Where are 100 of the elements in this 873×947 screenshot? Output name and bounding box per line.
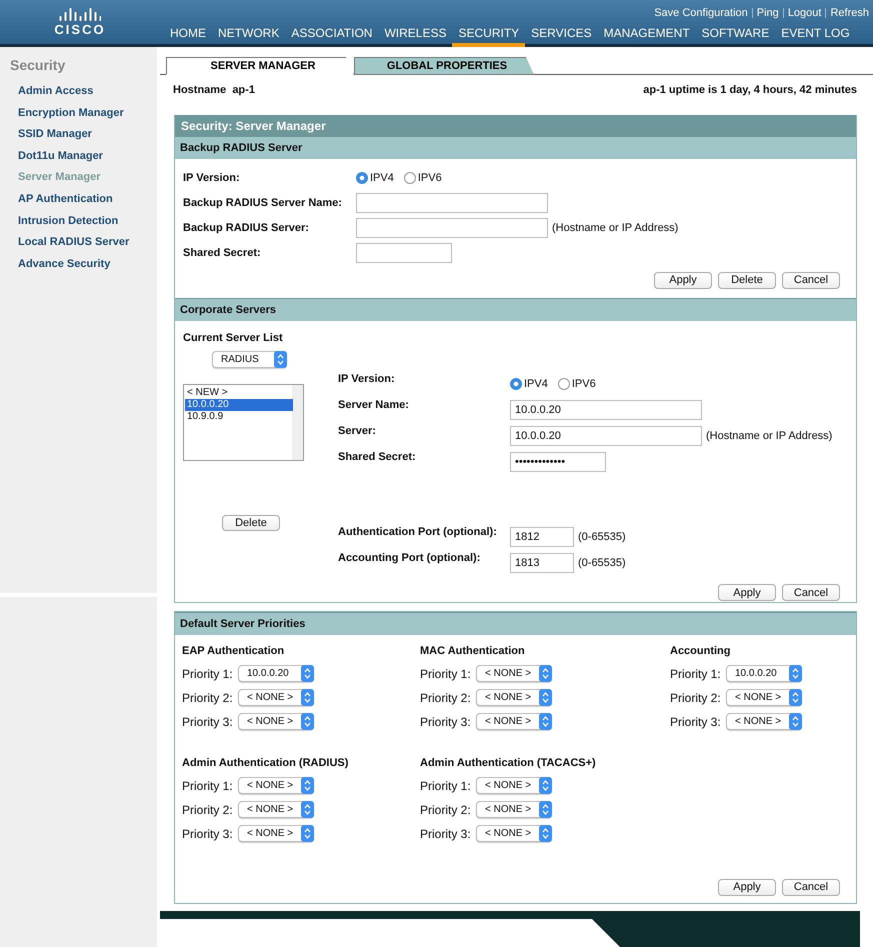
radio-option[interactable]: IPV4 <box>510 378 548 390</box>
server-list[interactable]: < NEW > 10.0.0.20 10.9.0.9 <box>183 384 304 461</box>
section-title: Backup RADIUS Server <box>175 136 856 159</box>
dropdown[interactable]: < NONE > <box>238 689 314 706</box>
group-title: Admin Authentication (RADIUS) <box>182 757 350 769</box>
nav-tab[interactable]: WIRELESS <box>378 26 452 47</box>
dropdown[interactable]: < NONE > <box>238 777 314 794</box>
priority-label: Priority 2: <box>420 690 470 704</box>
nav-tab[interactable]: ASSOCIATION <box>285 26 378 47</box>
stepper-icon <box>789 689 802 706</box>
input-field[interactable] <box>356 192 548 212</box>
stepper-icon <box>539 665 552 682</box>
sidebar-item[interactable]: AP Authentication <box>10 192 157 215</box>
input-field[interactable] <box>356 218 548 238</box>
delete-button[interactable]: Delete <box>222 515 280 531</box>
dropdown[interactable]: < NONE > <box>476 777 552 794</box>
nav-tab[interactable]: HOME <box>164 26 212 47</box>
dropdown[interactable]: < NONE > <box>476 665 552 682</box>
action-button[interactable]: Cancel <box>782 878 840 896</box>
nav-tab[interactable]: SECURITY <box>452 26 526 47</box>
server-list-item[interactable]: < NEW > <box>185 387 293 399</box>
action-button[interactable]: Cancel <box>782 584 840 601</box>
priority-label: Priority 2: <box>182 690 232 704</box>
priority-label: Priority 1: <box>182 778 232 792</box>
sidebar-item[interactable]: Encryption Manager <box>10 106 157 128</box>
dropdown[interactable]: < NONE > <box>726 713 802 730</box>
server-list-item[interactable]: 10.9.0.9 <box>185 411 293 423</box>
priority-label: Priority 3: <box>670 714 720 728</box>
field-label: Backup RADIUS Server Name: <box>183 196 343 208</box>
group-title: Admin Authentication (TACACS+) <box>420 757 597 769</box>
action-button[interactable]: Apply <box>654 272 712 288</box>
dropdown[interactable]: < NONE > <box>726 689 802 706</box>
field-label: Shared Secret: <box>338 451 417 465</box>
dropdown[interactable]: < NONE > <box>476 713 552 730</box>
radio-option[interactable]: IPV6 <box>558 378 596 390</box>
field-label: Accounting Port (optional): <box>338 552 482 566</box>
dropdown[interactable]: < NONE > <box>238 825 314 842</box>
action-button[interactable]: Cancel <box>782 272 840 288</box>
radio-option[interactable]: IPV4 <box>356 172 394 184</box>
nav-tab[interactable]: SOFTWARE <box>696 26 776 47</box>
input-field[interactable]: 10.0.0.20 <box>510 426 702 446</box>
priority-label: Priority 3: <box>420 826 470 840</box>
dropdown[interactable]: < NONE > <box>476 801 552 818</box>
sidebar-item[interactable]: Intrusion Detection <box>10 214 157 236</box>
field-hint: (Hostname or IP Address) <box>552 222 678 234</box>
uptime-text: ap-1 uptime is 1 day, 4 hours, 42 minutes <box>643 84 857 98</box>
dropdown[interactable]: < NONE > <box>238 801 314 818</box>
priority-label: Priority 3: <box>182 826 232 840</box>
header-link[interactable]: Save Configuration <box>650 7 752 19</box>
input-field[interactable]: ••••••••••••• <box>510 452 606 472</box>
priority-label: Priority 2: <box>670 690 720 704</box>
action-button[interactable]: Delete <box>718 272 776 288</box>
header-link[interactable]: Logout <box>784 7 826 19</box>
sidebar-item[interactable]: Advance Security <box>10 258 157 280</box>
dropdown[interactable]: < NONE > <box>476 825 552 842</box>
stepper-icon <box>539 801 552 818</box>
nav-tab[interactable]: MANAGEMENT <box>598 26 696 47</box>
dropdown[interactable]: < NONE > <box>476 689 552 706</box>
tab[interactable]: GLOBAL PROPERTIES <box>354 57 534 75</box>
input-field[interactable]: 10.0.0.20 <box>510 400 702 420</box>
stepper-icon <box>301 665 314 682</box>
field-hint: (0-65535) <box>578 530 626 542</box>
sidebar-item[interactable]: Local RADIUS Server <box>10 236 157 258</box>
dropdown[interactable]: RADIUS <box>212 351 287 368</box>
sidebar-item[interactable]: Dot11u Manager <box>10 150 157 172</box>
stepper-icon <box>301 713 314 730</box>
priority-label: Priority 2: <box>420 802 470 816</box>
nav-tab[interactable]: EVENT LOG <box>775 26 856 47</box>
radio-option[interactable]: IPV6 <box>404 172 442 184</box>
header-link[interactable]: Refresh <box>826 7 873 19</box>
stepper-icon <box>539 825 552 842</box>
group-title: Accounting <box>670 645 732 657</box>
list-label: Current Server List <box>183 332 283 344</box>
server-list-item[interactable]: 10.0.0.20 <box>185 399 293 411</box>
sidebar-item[interactable]: Admin Access <box>10 85 157 107</box>
input-field[interactable]: 1812 <box>510 526 574 546</box>
stepper-icon <box>301 825 314 842</box>
priority-label: Priority 1: <box>420 666 470 680</box>
dropdown[interactable]: 10.0.0.20 <box>238 665 314 682</box>
stepper-icon <box>301 801 314 818</box>
sidebar-item[interactable]: SSID Manager <box>10 128 157 150</box>
field-label: Server Name: <box>338 399 410 413</box>
tab[interactable]: SERVER MANAGER <box>166 57 354 75</box>
dropdown[interactable]: 10.0.0.20 <box>726 665 802 682</box>
action-button[interactable]: Apply <box>718 584 776 601</box>
nav-tab[interactable]: SERVICES <box>525 26 598 47</box>
field-hint: (Hostname or IP Address) <box>706 430 832 442</box>
stepper-icon <box>539 713 552 730</box>
dropdown[interactable]: < NONE > <box>238 713 314 730</box>
priority-label: Priority 3: <box>182 714 232 728</box>
priority-label: Priority 1: <box>182 666 232 680</box>
input-field[interactable]: 1813 <box>510 552 574 572</box>
header-link[interactable]: Ping <box>752 7 783 19</box>
group-title: MAC Authentication <box>420 645 526 657</box>
action-button[interactable]: Apply <box>718 878 776 896</box>
input-field[interactable] <box>356 242 452 262</box>
section-title: Corporate Servers <box>175 298 856 321</box>
nav-tab[interactable]: NETWORK <box>212 26 286 47</box>
logo-bars-icon <box>59 7 101 21</box>
sidebar-title: Security <box>10 57 66 73</box>
